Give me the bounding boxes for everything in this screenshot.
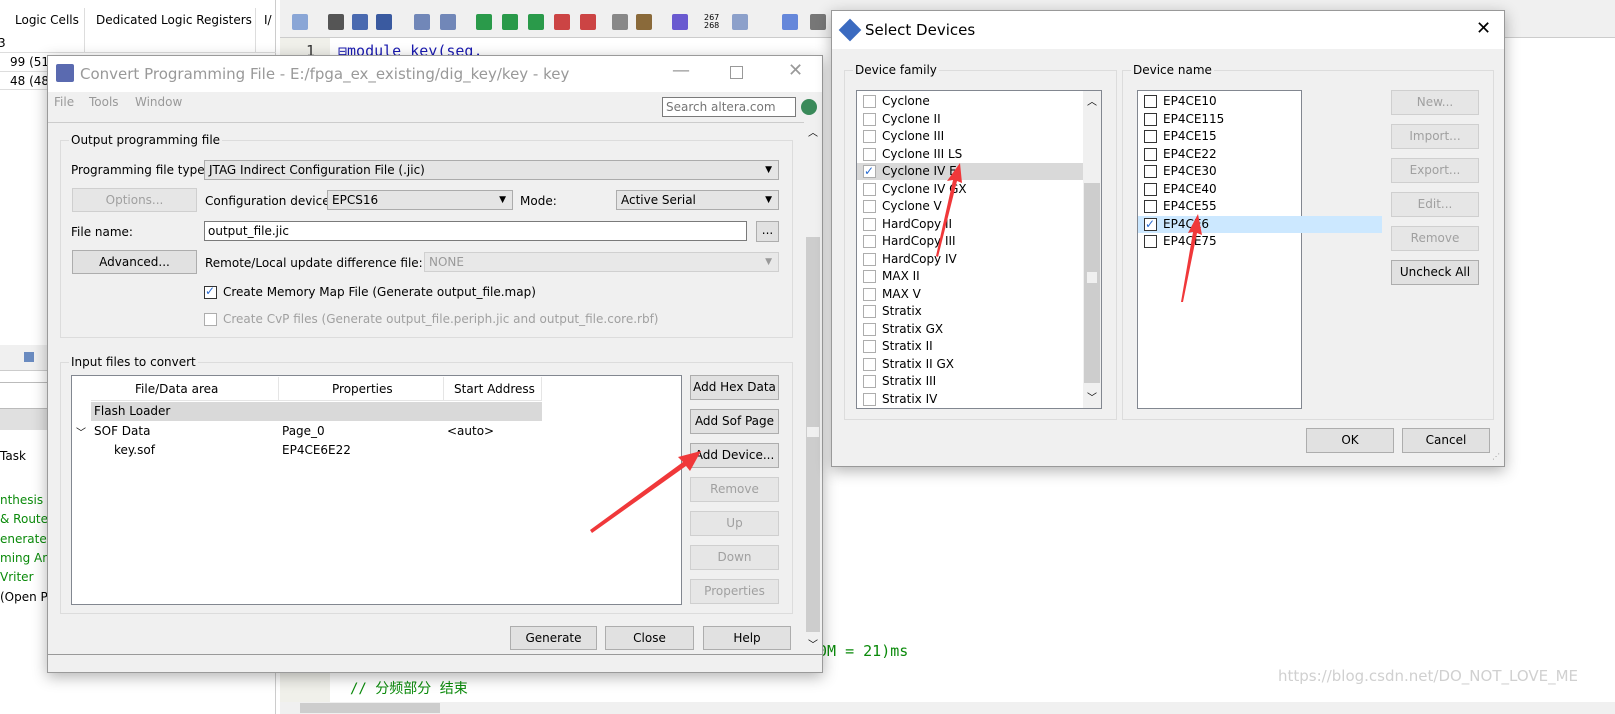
red-arrow (936, 163, 962, 257)
red-arrow (1181, 214, 1202, 302)
red-arrow (590, 451, 701, 533)
annotation-arrows (590, 163, 1202, 533)
